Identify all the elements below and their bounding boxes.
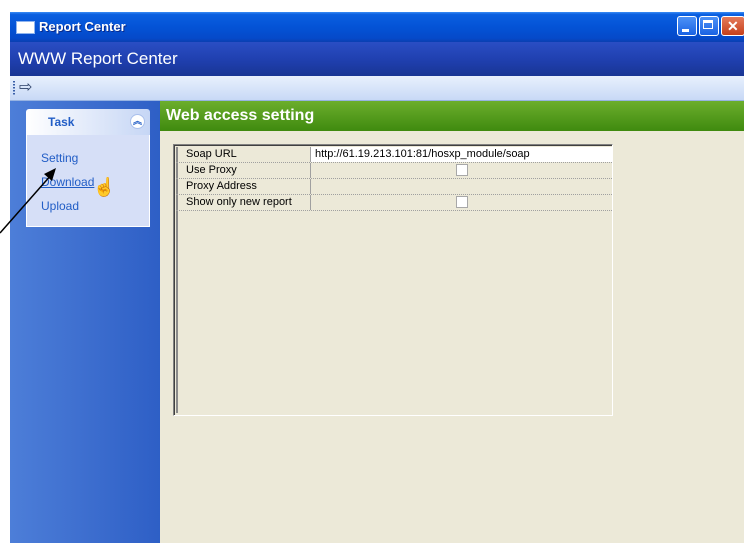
grid-row-soap-url[interactable]: Soap URL http://61.19.213.101:81/hosxp_m…	[176, 147, 612, 163]
toolbar-grip[interactable]	[13, 81, 15, 95]
title-bar[interactable]: Report Center	[10, 12, 744, 42]
maximize-button[interactable]	[699, 16, 719, 36]
report-center-window: Report Center WWW Report Center ⇨ Task ︽…	[10, 12, 744, 543]
toolbar: ⇨	[10, 76, 744, 101]
task-link-setting[interactable]: Setting	[41, 151, 78, 165]
task-link-download[interactable]: Download	[41, 175, 94, 189]
use-proxy-cell	[311, 163, 612, 178]
window-icon	[16, 21, 35, 34]
grid-row-show-only-new-report[interactable]: Show only new report	[176, 195, 612, 211]
settings-grid: Soap URL http://61.19.213.101:81/hosxp_m…	[173, 144, 613, 416]
show-only-new-report-cell	[311, 195, 612, 210]
soap-url-field[interactable]: http://61.19.213.101:81/hosxp_module/soa…	[311, 147, 612, 162]
collapse-chevron-icon[interactable]: ︽	[130, 114, 145, 129]
grid-row-name: Show only new report	[176, 195, 311, 210]
minimize-button[interactable]	[677, 16, 697, 36]
grid-row-name: Soap URL	[176, 147, 311, 162]
section-title: Web access setting	[166, 107, 315, 124]
task-box-title: Task	[48, 115, 75, 129]
grid-row-name: Proxy Address	[176, 179, 311, 194]
show-only-new-report-checkbox[interactable]	[456, 196, 468, 208]
grid-row-use-proxy[interactable]: Use Proxy	[176, 163, 612, 179]
section-header: Web access setting	[160, 101, 744, 131]
exit-arrow-icon[interactable]: ⇨	[19, 78, 32, 98]
task-box-body: Setting Download Upload ☝	[26, 135, 150, 227]
proxy-address-field[interactable]	[311, 179, 612, 194]
window-title: Report Center	[39, 19, 126, 34]
content-area: Soap URL http://61.19.213.101:81/hosxp_m…	[160, 131, 744, 543]
app-header: WWW Report Center	[10, 42, 744, 76]
use-proxy-checkbox[interactable]	[456, 164, 468, 176]
task-pane: Task ︽ Setting Download Upload ☝	[10, 101, 160, 543]
task-link-upload[interactable]: Upload	[41, 199, 79, 213]
hand-cursor-icon: ☝	[93, 177, 116, 197]
close-button[interactable]	[721, 16, 744, 36]
app-title: WWW Report Center	[18, 49, 178, 68]
grid-row-name: Use Proxy	[176, 163, 311, 178]
task-box-header[interactable]: Task ︽	[26, 109, 150, 135]
grid-row-proxy-address[interactable]: Proxy Address	[176, 179, 612, 195]
